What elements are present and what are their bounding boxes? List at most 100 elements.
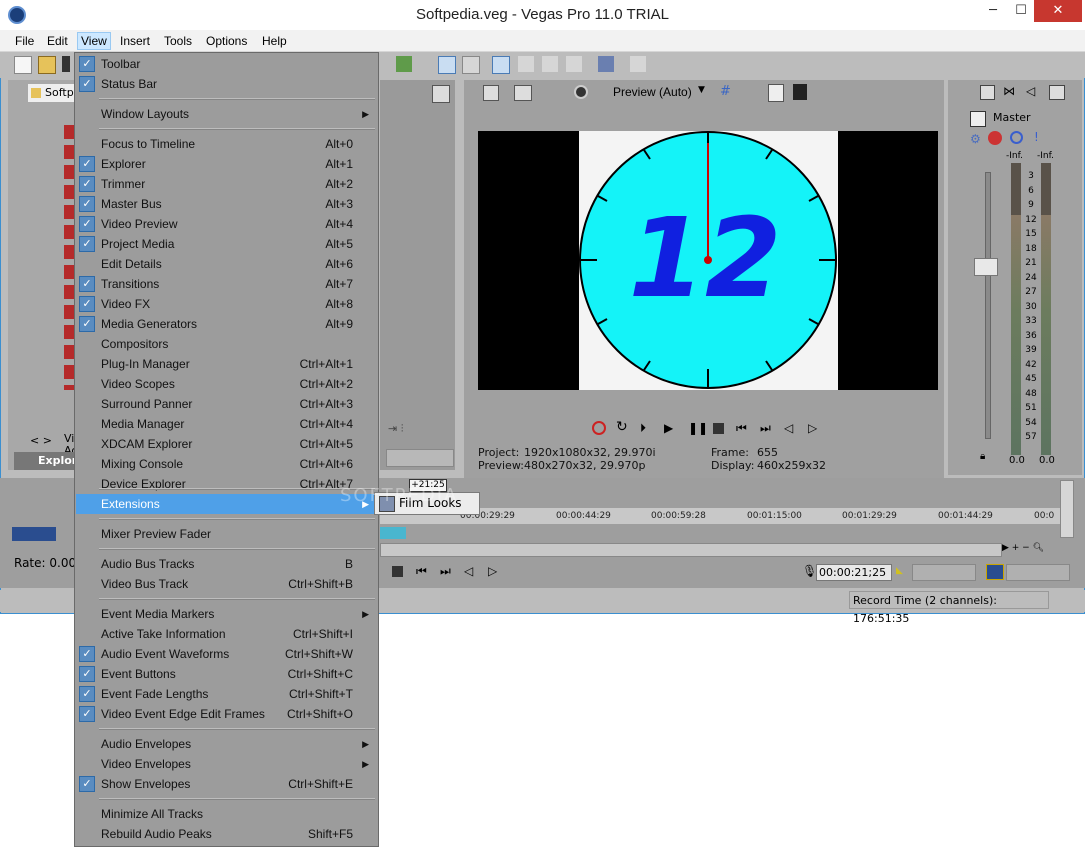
solo-icon[interactable]: ! (1034, 130, 1039, 144)
edit-tool-icon[interactable] (598, 56, 614, 72)
view-menu-item-event-buttons[interactable]: ✓ Event Buttons Ctrl+Shift+C (76, 664, 377, 684)
menu-tools[interactable]: Tools (161, 33, 195, 49)
menu-file[interactable]: File (12, 33, 37, 49)
cursor-position-field[interactable]: 00:00:21;25 (816, 564, 892, 581)
whats-this-help-icon[interactable] (630, 56, 646, 72)
downmix-icon[interactable]: ⋈ (1003, 84, 1015, 98)
trimmer-controls-icon[interactable]: ⇥ ⫶ (388, 422, 428, 436)
zoom-edit-tool-icon[interactable] (566, 56, 582, 72)
auto-ripple-icon[interactable] (438, 56, 456, 74)
loop-start-field[interactable] (912, 564, 976, 581)
lock-icon[interactable]: 🔒︎ (980, 451, 985, 462)
loop-length-field[interactable] (1006, 564, 1070, 581)
trimmer-time-field[interactable] (386, 449, 454, 467)
play-from-start-icon[interactable]: ⏵ (640, 421, 646, 436)
menu-insert[interactable]: Insert (117, 33, 153, 49)
view-menu-item-master-bus[interactable]: ✓ Master Bus Alt+3 (76, 194, 377, 214)
view-menu-item-video-event-edge-edit-frames[interactable]: ✓ Video Event Edge Edit Frames Ctrl+Shift+… (76, 704, 377, 724)
view-menu-item-focus-to-timeline[interactable]: Focus to Timeline Alt+0 (76, 134, 377, 154)
previous-frame-icon[interactable]: ◁ (784, 421, 793, 435)
view-menu-item-edit-details[interactable]: Edit Details Alt+6 (76, 254, 377, 274)
timeline-go-start-icon[interactable]: ⏮ (416, 564, 427, 579)
master-fader-knob[interactable] (974, 258, 998, 276)
view-menu-item-video-preview[interactable]: ✓ Video Preview Alt+4 (76, 214, 377, 234)
view-menu-item-video-envelopes[interactable]: Video Envelopes ▶ (76, 754, 377, 774)
view-menu-item-media-manager[interactable]: Media Manager Ctrl+Alt+4 (76, 414, 377, 434)
next-frame-icon[interactable]: ▷ (808, 421, 817, 435)
view-menu-item-rebuild-audio-peaks[interactable]: Rebuild Audio Peaks Shift+F5 (76, 824, 377, 844)
timeline-go-end-icon[interactable]: ⏭ (440, 564, 451, 579)
view-menu-item-plug-in-manager[interactable]: Plug-In Manager Ctrl+Alt+1 (76, 354, 377, 374)
save-snapshot-icon[interactable] (793, 84, 807, 100)
minimize-button[interactable]: ─ (978, 0, 1008, 22)
master-fx-icon[interactable] (988, 131, 1002, 145)
view-menu-item-minimize-all-tracks[interactable]: Minimize All Tracks (76, 804, 377, 824)
view-menu-item-trimmer[interactable]: ✓ Trimmer Alt+2 (76, 174, 377, 194)
view-menu-item-media-generators[interactable]: ✓ Media Generators Alt+9 (76, 314, 377, 334)
loop-playback-icon[interactable]: ↻ (616, 419, 628, 435)
normal-edit-tool-icon[interactable] (492, 56, 510, 74)
master-fader-track[interactable] (985, 172, 991, 439)
view-menu-item-surround-panner[interactable]: Surround Panner Ctrl+Alt+3 (76, 394, 377, 414)
timeline-vertical-scrollbar[interactable] (1060, 480, 1074, 538)
pause-icon[interactable]: ❚❚ (688, 421, 708, 435)
render-icon[interactable] (396, 56, 412, 72)
new-file-icon[interactable] (14, 56, 32, 74)
menu-options[interactable]: Options (203, 33, 250, 49)
lock-envelopes-icon[interactable] (462, 56, 480, 74)
view-menu-item-mixer-preview-fader[interactable]: Mixer Preview Fader (76, 524, 377, 544)
play-icon[interactable]: ▶ (664, 421, 673, 435)
video-event-thumbnail[interactable] (380, 527, 406, 539)
view-menu-item-xdcam-explorer[interactable]: XDCAM Explorer Ctrl+Alt+5 (76, 434, 377, 454)
go-to-end-icon[interactable]: ⏭ (760, 421, 771, 436)
timeline-next-frame-icon[interactable]: ▷ (488, 564, 497, 578)
fx-icon[interactable]: ⚙ (970, 132, 981, 146)
view-menu-item-window-layouts[interactable]: Window Layouts ▶ (76, 104, 377, 124)
view-menu-item-event-fade-lengths[interactable]: ✓ Event Fade Lengths Ctrl+Shift+T (76, 684, 377, 704)
view-menu-item-event-media-markers[interactable]: Event Media Markers ▶ (76, 604, 377, 624)
zoom-controls-icon[interactable]: ▶ + − 🔍︎ (1002, 543, 1044, 553)
view-menu-item-project-media[interactable]: ✓ Project Media Alt+5 (76, 234, 377, 254)
view-menu-item-explorer[interactable]: ✓ Explorer Alt+1 (76, 154, 377, 174)
scroll-left-right-icon[interactable]: < > (30, 434, 52, 447)
menu-help[interactable]: Help (259, 33, 290, 49)
view-menu-item-audio-event-waveforms[interactable]: ✓ Audio Event Waveforms Ctrl+Shift+W (76, 644, 377, 664)
maximize-button[interactable]: ☐ (1006, 0, 1036, 22)
split-screen-icon[interactable] (574, 85, 588, 99)
explorer-tab[interactable]: Explor (14, 452, 77, 470)
mute-icon[interactable] (1010, 131, 1023, 144)
view-menu-item-transitions[interactable]: ✓ Transitions Alt+7 (76, 274, 377, 294)
view-menu-item-extensions[interactable]: Extensions ▶ (76, 494, 377, 514)
view-menu-item-show-envelopes[interactable]: ✓ Show Envelopes Ctrl+Shift+E (76, 774, 377, 794)
explorer-path-box[interactable]: Softp (28, 84, 76, 102)
save-icon[interactable] (62, 56, 70, 72)
go-to-start-icon[interactable]: ⏮ (736, 421, 747, 436)
view-menu-item-active-take-information[interactable]: Active Take Information Ctrl+Shift+I (76, 624, 377, 644)
view-menu-item-audio-bus-tracks[interactable]: Audio Bus Tracks B (76, 554, 377, 574)
stop-icon[interactable] (713, 423, 724, 434)
close-button[interactable]: ✕ (1034, 0, 1082, 22)
external-monitor-icon[interactable] (514, 85, 532, 101)
view-menu-item-device-explorer[interactable]: Device Explorer Ctrl+Alt+7 (76, 474, 377, 494)
view-menu-item-audio-envelopes[interactable]: Audio Envelopes ▶ (76, 734, 377, 754)
view-menu-item-video-bus-track[interactable]: Video Bus Track Ctrl+Shift+B (76, 574, 377, 594)
preview-quality-dropdown[interactable]: Preview (Auto) (613, 85, 692, 99)
view-menu-item-compositors[interactable]: Compositors (76, 334, 377, 354)
record-button[interactable] (592, 421, 606, 435)
monitor-icon[interactable] (432, 85, 450, 103)
dim-output-icon[interactable]: ◁ (1026, 84, 1035, 98)
menu-edit[interactable]: Edit (44, 33, 71, 49)
track-header-icon[interactable] (12, 527, 56, 541)
open-folder-icon[interactable] (38, 56, 56, 74)
view-menu-item-toolbar[interactable]: ✓ Toolbar (76, 54, 377, 74)
view-menu-item-status-bar[interactable]: ✓ Status Bar (76, 74, 377, 94)
selection-edit-tool-icon[interactable] (542, 56, 558, 72)
timeline-prev-frame-icon[interactable]: ◁ (464, 564, 473, 578)
envelope-edit-tool-icon[interactable] (518, 56, 534, 72)
mixing-console-icon[interactable] (1049, 85, 1065, 100)
view-menu-item-mixing-console[interactable]: Mixing Console Ctrl+Alt+6 (76, 454, 377, 474)
view-menu-item-video-fx[interactable]: ✓ Video FX Alt+8 (76, 294, 377, 314)
chevron-down-icon[interactable]: ▼ (698, 85, 705, 95)
overlays-grid-icon[interactable]: # (720, 84, 731, 99)
menu-view[interactable]: View (77, 32, 111, 50)
